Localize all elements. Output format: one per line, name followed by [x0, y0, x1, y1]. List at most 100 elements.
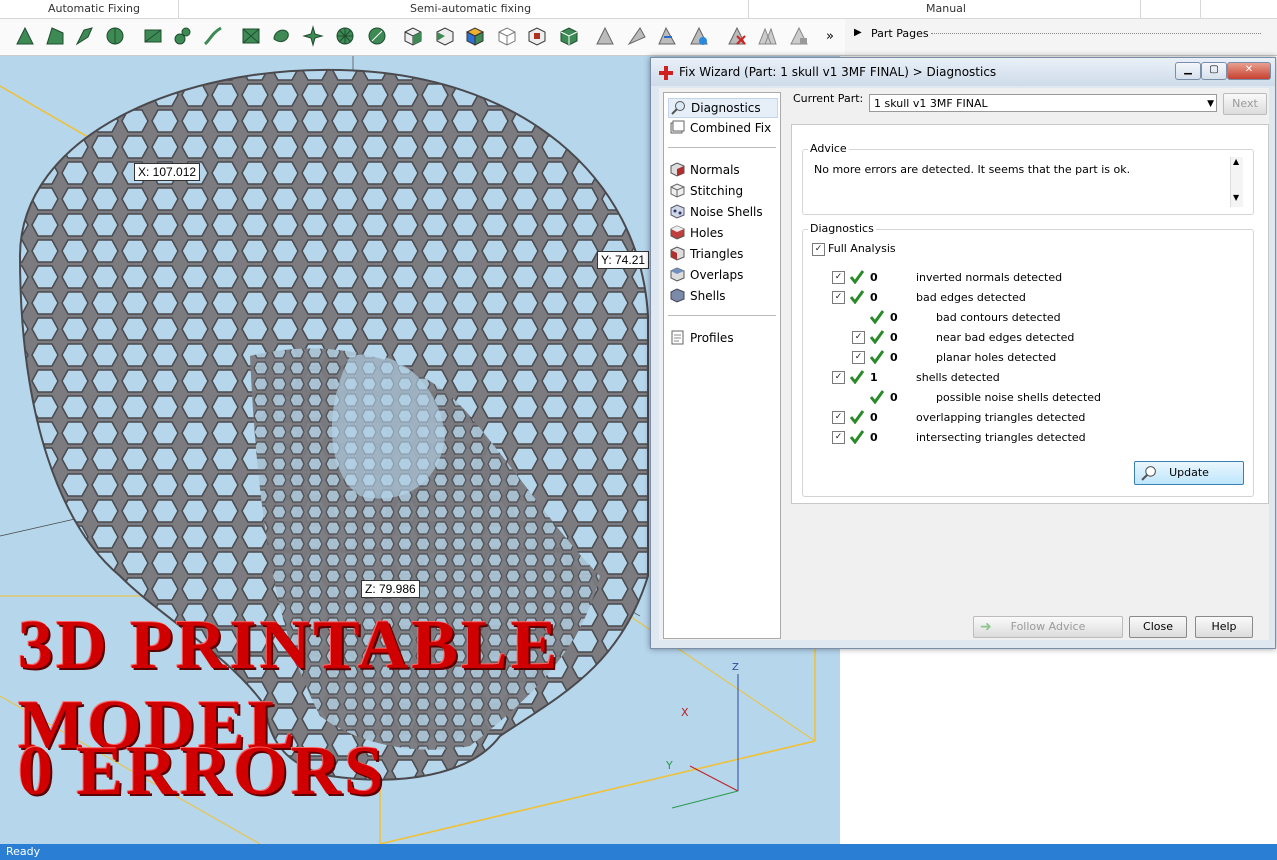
bad-edges-checkbox[interactable]: ✓	[832, 291, 845, 304]
check-ok-icon	[850, 430, 864, 444]
check-ok-icon	[850, 370, 864, 384]
bad-contours-count: 0	[890, 311, 898, 324]
ribbon-group-header: Automatic Fixing Semi-automatic fixing M…	[0, 0, 1277, 19]
auto-fix-stitch-icon[interactable]	[44, 25, 66, 47]
status-bar: Ready	[0, 844, 1277, 860]
auto-fix-shells-icon[interactable]	[104, 25, 126, 47]
magnifier-icon	[671, 101, 685, 115]
check-ok-icon	[870, 310, 884, 324]
fixing-toolbar: »	[0, 19, 845, 56]
manual-globe-icon[interactable]	[688, 25, 710, 47]
z-dimension-readout: Z: 79.986	[361, 580, 420, 598]
shells-checkbox[interactable]: ✓	[832, 371, 845, 384]
noise-shells-icon	[670, 204, 685, 219]
box-solid-icon[interactable]	[402, 25, 424, 47]
semi-fix-star-icon[interactable]	[302, 25, 324, 47]
minimize-button[interactable]: ▁	[1175, 62, 1201, 80]
diagnostics-content: Current Part: 1 skull v1 3MF FINAL ▼ Nex…	[783, 88, 1269, 640]
scroll-up-icon[interactable]: ▲	[1233, 157, 1239, 166]
overlapping-triangles-checkbox[interactable]: ✓	[832, 411, 845, 424]
overlapping-triangles-count: 0	[870, 411, 878, 424]
nav-item-noise-shells[interactable]: Noise Shells	[668, 203, 776, 221]
update-button[interactable]: Update	[1134, 461, 1244, 485]
normals-cube-icon	[670, 162, 685, 177]
holes-cube-icon	[670, 225, 685, 240]
current-part-label: Current Part:	[793, 92, 864, 105]
magnifier-icon	[1141, 466, 1156, 481]
noise-shells-label: possible noise shells detected	[936, 391, 1102, 404]
semi-fix-blob-icon[interactable]	[270, 25, 292, 47]
advice-group	[802, 149, 1254, 215]
box-grid-icon[interactable]	[558, 25, 580, 47]
auto-fix-normals-icon[interactable]	[14, 25, 36, 47]
intersecting-triangles-count: 0	[870, 431, 878, 444]
close-button[interactable]: Close	[1129, 616, 1187, 638]
manual-skew-icon[interactable]	[626, 25, 648, 47]
intersecting-triangles-label: intersecting triangles detected	[916, 431, 1086, 444]
maximize-button[interactable]: ▢	[1201, 62, 1227, 80]
nav-item-overlaps[interactable]: Overlaps	[668, 266, 776, 284]
nav-item-shells[interactable]: Shells	[668, 287, 776, 305]
box-color-icon[interactable]	[464, 25, 486, 47]
combined-fix-icon	[670, 120, 685, 134]
box-wire-icon[interactable]	[496, 25, 518, 47]
dialog-title-bar[interactable]: Fix Wizard (Part: 1 skull v1 3MF FINAL) …	[651, 58, 1275, 86]
help-button[interactable]: Help	[1195, 616, 1253, 638]
near-bad-edges-checkbox[interactable]: ✓	[852, 331, 865, 344]
nav-item-stitching[interactable]: Stitching	[668, 182, 776, 200]
near-bad-edges-count: 0	[890, 331, 898, 344]
close-window-button[interactable]: ✕	[1227, 62, 1271, 80]
nav-divider	[668, 147, 776, 148]
semi-fix-curve-icon[interactable]	[202, 25, 224, 47]
manual-arrow-icon[interactable]	[656, 25, 678, 47]
semi-fix-mesh-icon[interactable]	[240, 25, 262, 47]
toolbar-overflow-button[interactable]: »	[826, 29, 834, 44]
advice-scrollbar[interactable]: ▲ ▼	[1230, 157, 1243, 207]
scroll-down-icon[interactable]: ▼	[1233, 193, 1239, 202]
auto-fix-holes-icon[interactable]	[74, 25, 96, 47]
nav-item-triangles[interactable]: Triangles	[668, 245, 776, 263]
status-text: Ready	[6, 845, 41, 858]
bad-edges-count: 0	[870, 291, 878, 304]
overlay-errors: 0 ERRORS	[18, 733, 387, 810]
manual-triangle-lock-icon[interactable]	[788, 25, 810, 47]
next-button[interactable]: Next	[1223, 93, 1267, 115]
overlaps-cube-icon	[670, 267, 685, 282]
expand-arrow-icon[interactable]: ▶	[854, 27, 862, 38]
follow-advice-button[interactable]: ➜ Follow Advice	[973, 616, 1123, 638]
delete-triangle-icon[interactable]	[726, 25, 748, 47]
nav-item-diagnostics[interactable]: Diagnostics	[668, 98, 778, 118]
check-ok-icon	[850, 410, 864, 424]
green-arrow-icon: ➜	[980, 619, 992, 635]
planar-holes-count: 0	[890, 351, 898, 364]
manual-triangle-icon[interactable]	[594, 25, 616, 47]
full-analysis-checkbox[interactable]: ✓	[812, 243, 825, 256]
semi-fix-surface-icon[interactable]	[142, 25, 164, 47]
semi-fix-leaf-icon[interactable]	[366, 25, 388, 47]
ribbon-divider	[178, 0, 179, 18]
planar-holes-checkbox[interactable]: ✓	[852, 351, 865, 364]
shells-count: 1	[870, 371, 878, 384]
semi-fix-triangle-icon[interactable]	[172, 25, 194, 47]
triangles-cube-icon	[670, 246, 685, 261]
nav-divider	[668, 315, 776, 316]
nav-item-combined-fix[interactable]: Combined Fix	[668, 119, 776, 137]
advice-text: No more errors are detected. It seems th…	[814, 163, 1131, 176]
nav-item-holes[interactable]: Holes	[668, 224, 776, 242]
inverted-normals-checkbox[interactable]: ✓	[832, 271, 845, 284]
red-cross-icon	[659, 66, 673, 80]
current-part-select[interactable]: 1 skull v1 3MF FINAL ▼	[869, 94, 1217, 112]
shells-label: shells detected	[916, 371, 1000, 384]
box-green-icon[interactable]	[434, 25, 456, 47]
bad-contours-label: bad contours detected	[936, 311, 1061, 324]
nav-item-profiles[interactable]: Profiles	[668, 329, 776, 347]
dialog-title: Fix Wizard (Part: 1 skull v1 3MF FINAL) …	[679, 65, 997, 79]
manual-twin-triangle-icon[interactable]	[756, 25, 778, 47]
bad-edges-label: bad edges detected	[916, 291, 1026, 304]
ribbon-divider	[1140, 0, 1141, 18]
intersecting-triangles-checkbox[interactable]: ✓	[832, 431, 845, 444]
ribbon-divider	[748, 0, 749, 18]
semi-fix-wheel-icon[interactable]	[334, 25, 356, 47]
box-red-icon[interactable]	[526, 25, 548, 47]
nav-item-normals[interactable]: Normals	[668, 161, 776, 179]
